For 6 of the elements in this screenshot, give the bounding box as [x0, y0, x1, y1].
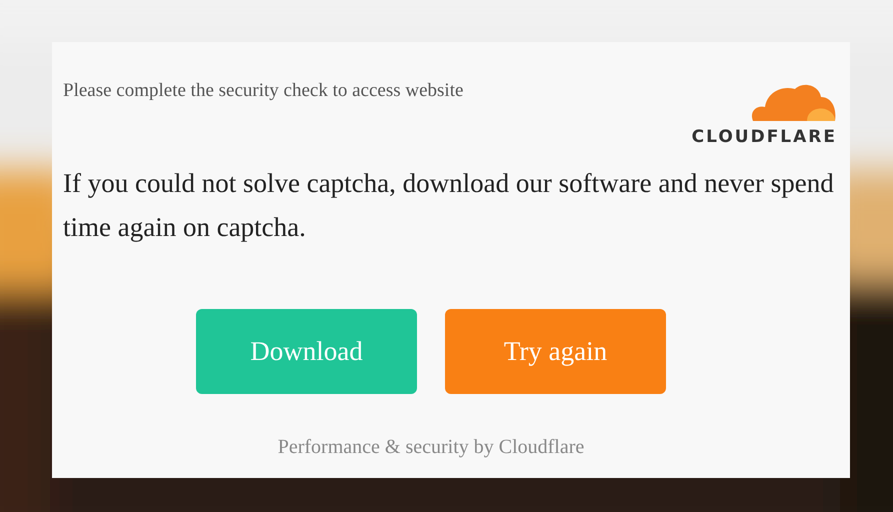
logo-text: CLOUDFLARE [692, 126, 837, 149]
download-button[interactable]: Download [196, 308, 417, 394]
footer-text: Performance & security by Cloudflare [276, 434, 586, 460]
security-notice: Please complete the security check to access website [63, 79, 464, 103]
captcha-message: If you could not solve captcha, download our software and never spend time again on captcha. [63, 166, 835, 244]
retry-button[interactable]: Try again [445, 308, 666, 394]
